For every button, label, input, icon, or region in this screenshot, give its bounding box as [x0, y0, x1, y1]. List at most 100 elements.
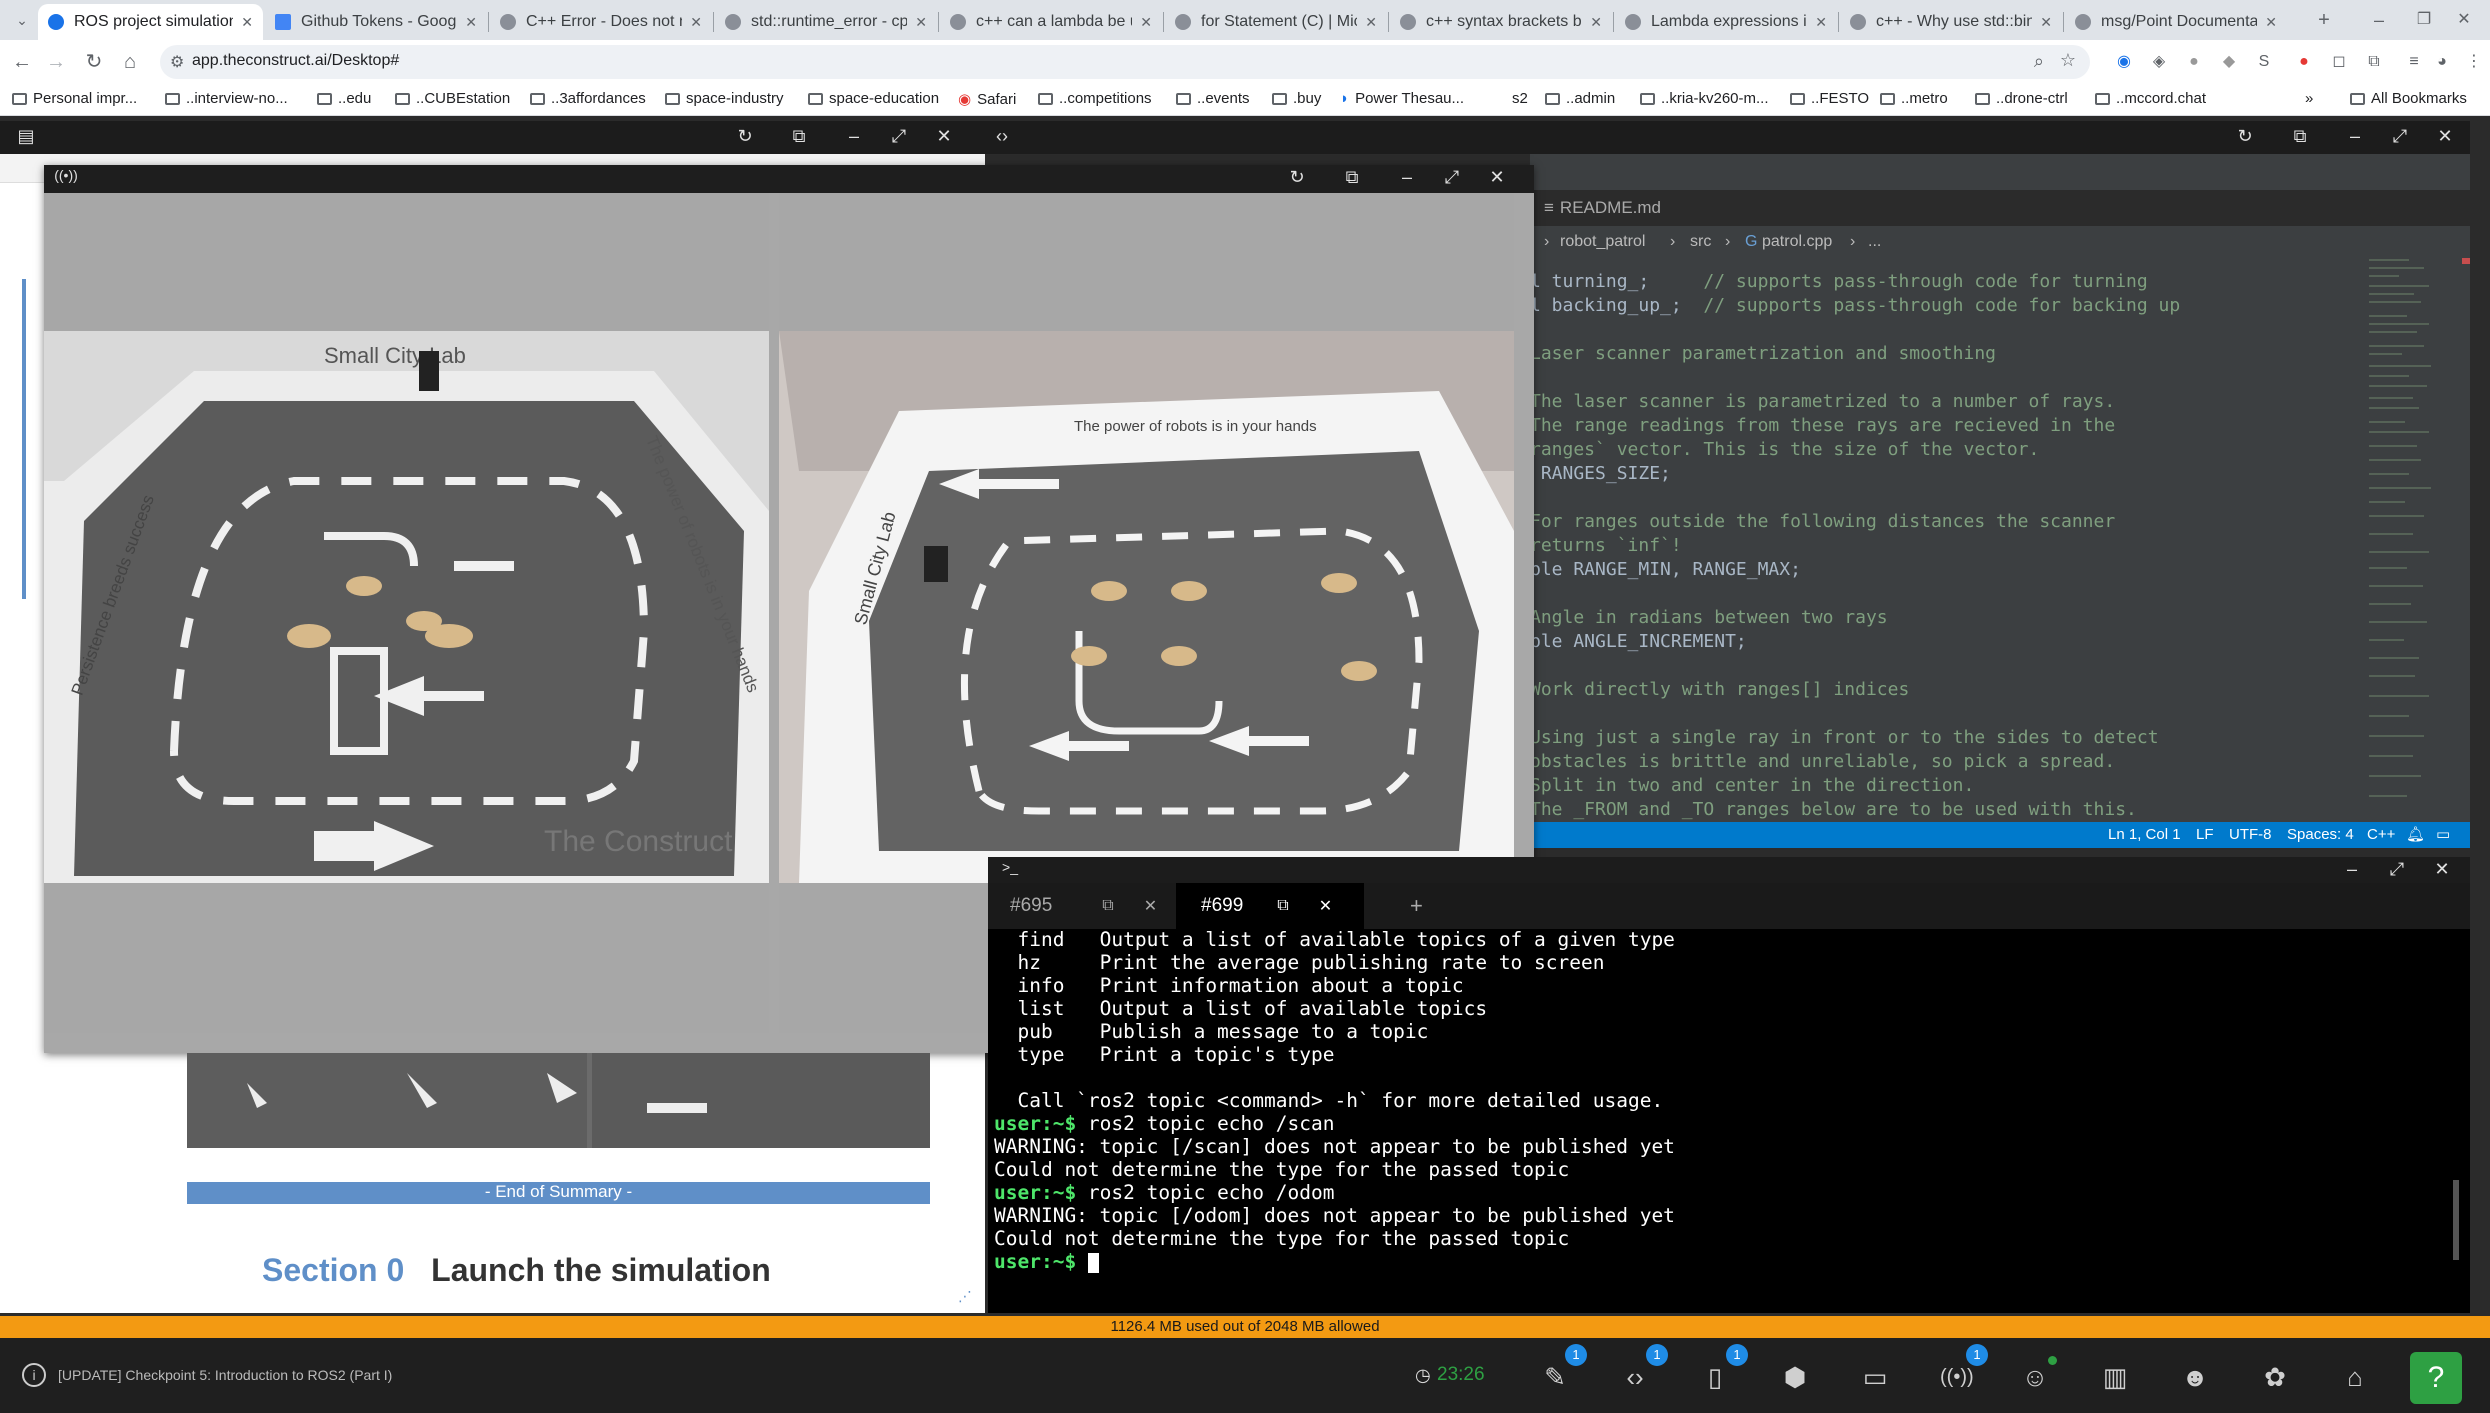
breadcrumb-item[interactable]: robot_patrol — [1560, 233, 1645, 251]
close-tab-icon[interactable]: ✕ — [241, 14, 253, 31]
close-tab-icon[interactable]: ✕ — [1319, 896, 1332, 916]
bookmark-item[interactable]: ..events — [1176, 90, 1250, 107]
close-tab-icon[interactable]: ✕ — [1815, 14, 1827, 31]
info-icon[interactable]: i — [22, 1363, 46, 1387]
language-mode[interactable]: C++ — [2367, 826, 2395, 843]
robot-dock-icon[interactable]: ☺ — [2020, 1362, 2050, 1392]
reload-icon[interactable]: ↻ — [80, 48, 108, 76]
bookmark-item[interactable]: ..admin — [1545, 90, 1615, 107]
bookmark-item[interactable]: ..3affordances — [530, 90, 646, 107]
notebook-dock-icon[interactable]: ✎ — [1540, 1362, 1570, 1392]
popout-icon[interactable]: ⧉ — [1277, 897, 1288, 915]
reload-icon[interactable]: ↻ — [2233, 126, 2257, 147]
minimize-icon[interactable]: – — [2340, 859, 2364, 880]
bookmark-item[interactable]: ..mccord.chat — [2095, 90, 2206, 107]
terminal-scrollbar[interactable] — [2453, 1180, 2459, 1260]
extension-icon[interactable]: ● — [2290, 48, 2318, 76]
extension-icon[interactable]: S — [2250, 48, 2278, 76]
reload-icon[interactable]: ↻ — [1285, 167, 1309, 188]
new-tab-icon[interactable]: + — [2310, 6, 2338, 34]
close-tab-icon[interactable]: ✕ — [690, 14, 702, 31]
bookmark-item[interactable]: ..FESTO — [1790, 90, 1869, 107]
bookmark-item[interactable]: Personal impr... — [12, 90, 137, 107]
close-window-icon[interactable]: ✕ — [2450, 6, 2478, 34]
editor-minimap[interactable] — [2365, 255, 2455, 820]
close-tab-icon[interactable]: ✕ — [1140, 14, 1152, 31]
extension-icon[interactable]: ◈ — [2145, 48, 2173, 76]
tab-for-statement[interactable]: for Statement (C) | Micr ✕ — [1165, 4, 1387, 40]
zoom-icon[interactable]: ⌕ — [2034, 51, 2044, 72]
close-tab-icon[interactable]: ✕ — [1365, 14, 1377, 31]
bookmark-item[interactable]: ..kria-kv260-m... — [1640, 90, 1769, 107]
close-icon[interactable]: ✕ — [2430, 859, 2454, 880]
resize-handle-icon[interactable]: ⋰ — [958, 1288, 972, 1305]
bookmark-item[interactable]: ◉ Safari — [958, 90, 1016, 109]
popout-icon[interactable]: ⧉ — [1102, 897, 1113, 915]
tab-cpp-error[interactable]: C++ Error - Does not na ✕ — [490, 4, 712, 40]
notebook-book-dock-icon[interactable]: ▯ — [1700, 1362, 1730, 1392]
popout-icon[interactable]: ⧉ — [2288, 126, 2312, 147]
tab-runtime-error[interactable]: std::runtime_error - cpp ✕ — [715, 4, 937, 40]
bookmark-item[interactable]: space-education — [808, 90, 939, 107]
extension-icon[interactable]: ◆ — [2215, 48, 2243, 76]
bookmark-item[interactable]: ◗ Power Thesau... — [1340, 90, 1464, 107]
more-bookmarks-icon[interactable]: » — [2305, 90, 2313, 107]
bookmark-item[interactable]: s2 — [1512, 90, 1528, 107]
terminal-tab-699[interactable]: #699 ⧉ ✕ — [1176, 883, 1364, 929]
close-tab-icon[interactable]: ✕ — [2040, 14, 2052, 31]
extension-icon[interactable]: ◻ — [2325, 48, 2353, 76]
bookmark-item[interactable]: space-industry — [665, 90, 784, 107]
back-icon[interactable]: ← — [8, 48, 36, 76]
breadcrumb-item[interactable]: ... — [1868, 233, 1881, 251]
help-button[interactable]: ? — [2410, 1352, 2462, 1404]
breadcrumb-item[interactable]: src — [1690, 233, 1711, 251]
bell-icon[interactable]: 🔔︎ — [2406, 825, 2425, 843]
ide-dock-icon[interactable]: ‹› — [1620, 1362, 1650, 1392]
close-icon[interactable]: ✕ — [932, 126, 956, 147]
site-info-icon[interactable]: ⚙ — [170, 52, 184, 72]
popout-icon[interactable]: ⧉ — [1340, 167, 1364, 188]
maximize-icon[interactable]: ❐ — [2410, 6, 2438, 34]
close-tab-icon[interactable]: ✕ — [1144, 896, 1157, 916]
forward-icon[interactable]: → — [42, 48, 70, 76]
minimize-icon[interactable]: – — [2365, 6, 2393, 34]
bookmark-item[interactable]: ..interview-no... — [165, 90, 288, 107]
popout-icon[interactable]: ⧉ — [787, 126, 811, 147]
minimize-icon[interactable]: – — [2343, 126, 2367, 147]
extension-icon[interactable]: ◉ — [2110, 48, 2138, 76]
reading-list-icon[interactable]: ≡ — [2400, 48, 2428, 76]
tab-std-bind[interactable]: c++ - Why use std::bind ✕ — [1840, 4, 2062, 40]
breadcrumb-item[interactable]: patrol.cpp — [1762, 233, 1832, 251]
reload-icon[interactable]: ↻ — [733, 126, 757, 147]
broadcast-dock-icon[interactable]: ((•)) — [1940, 1362, 1974, 1392]
terminal-tab-695[interactable]: #695 ⧉ ✕ — [988, 883, 1174, 929]
minimize-icon[interactable]: – — [1395, 167, 1419, 188]
url-text[interactable]: app.theconstruct.ai/Desktop# — [192, 52, 399, 70]
close-tab-icon[interactable]: ✕ — [2265, 14, 2277, 31]
tab-lambda[interactable]: c++ can a lambda be us ✕ — [940, 4, 1162, 40]
close-icon[interactable]: ✕ — [1485, 167, 1509, 188]
ai-assistant-dock-icon[interactable]: ✿ — [2260, 1362, 2290, 1392]
bookmark-item[interactable]: ..CUBEstation — [395, 90, 510, 107]
tab-msg-point[interactable]: msg/Point Documentat ✕ — [2065, 4, 2287, 40]
minimize-icon[interactable]: – — [842, 126, 866, 147]
new-terminal-tab-icon[interactable]: + — [1410, 883, 1440, 929]
all-bookmarks[interactable]: All Bookmarks — [2350, 90, 2467, 107]
close-tab-icon[interactable]: ✕ — [465, 14, 477, 31]
robot-assistant-dock-icon[interactable]: ☻ — [2180, 1362, 2210, 1392]
desktop-dock-icon[interactable]: ▭ — [1860, 1362, 1890, 1392]
tab-github-tokens[interactable]: Github Tokens - Google ✕ — [265, 4, 487, 40]
extensions-puzzle-icon[interactable]: ⧉ — [2360, 48, 2388, 76]
bookmark-item[interactable]: ..competitions — [1038, 90, 1152, 107]
cursor-position[interactable]: Ln 1, Col 1 — [2108, 826, 2181, 843]
indentation[interactable]: Spaces: 4 — [2287, 826, 2354, 843]
extension-icon[interactable]: ● — [2180, 48, 2208, 76]
maximize-icon[interactable]: ⤢ — [1440, 167, 1464, 188]
bookmark-item[interactable]: ..metro — [1880, 90, 1948, 107]
close-icon[interactable]: ✕ — [2433, 126, 2457, 147]
menu-kebab-icon[interactable]: ⋮ — [2460, 48, 2488, 76]
encoding[interactable]: UTF-8 — [2229, 826, 2272, 843]
maximize-icon[interactable]: ⤢ — [887, 126, 911, 147]
home-dock-icon[interactable]: ⌂ — [2340, 1362, 2370, 1392]
tab-lambda-expressions[interactable]: Lambda expressions in ✕ — [1615, 4, 1837, 40]
